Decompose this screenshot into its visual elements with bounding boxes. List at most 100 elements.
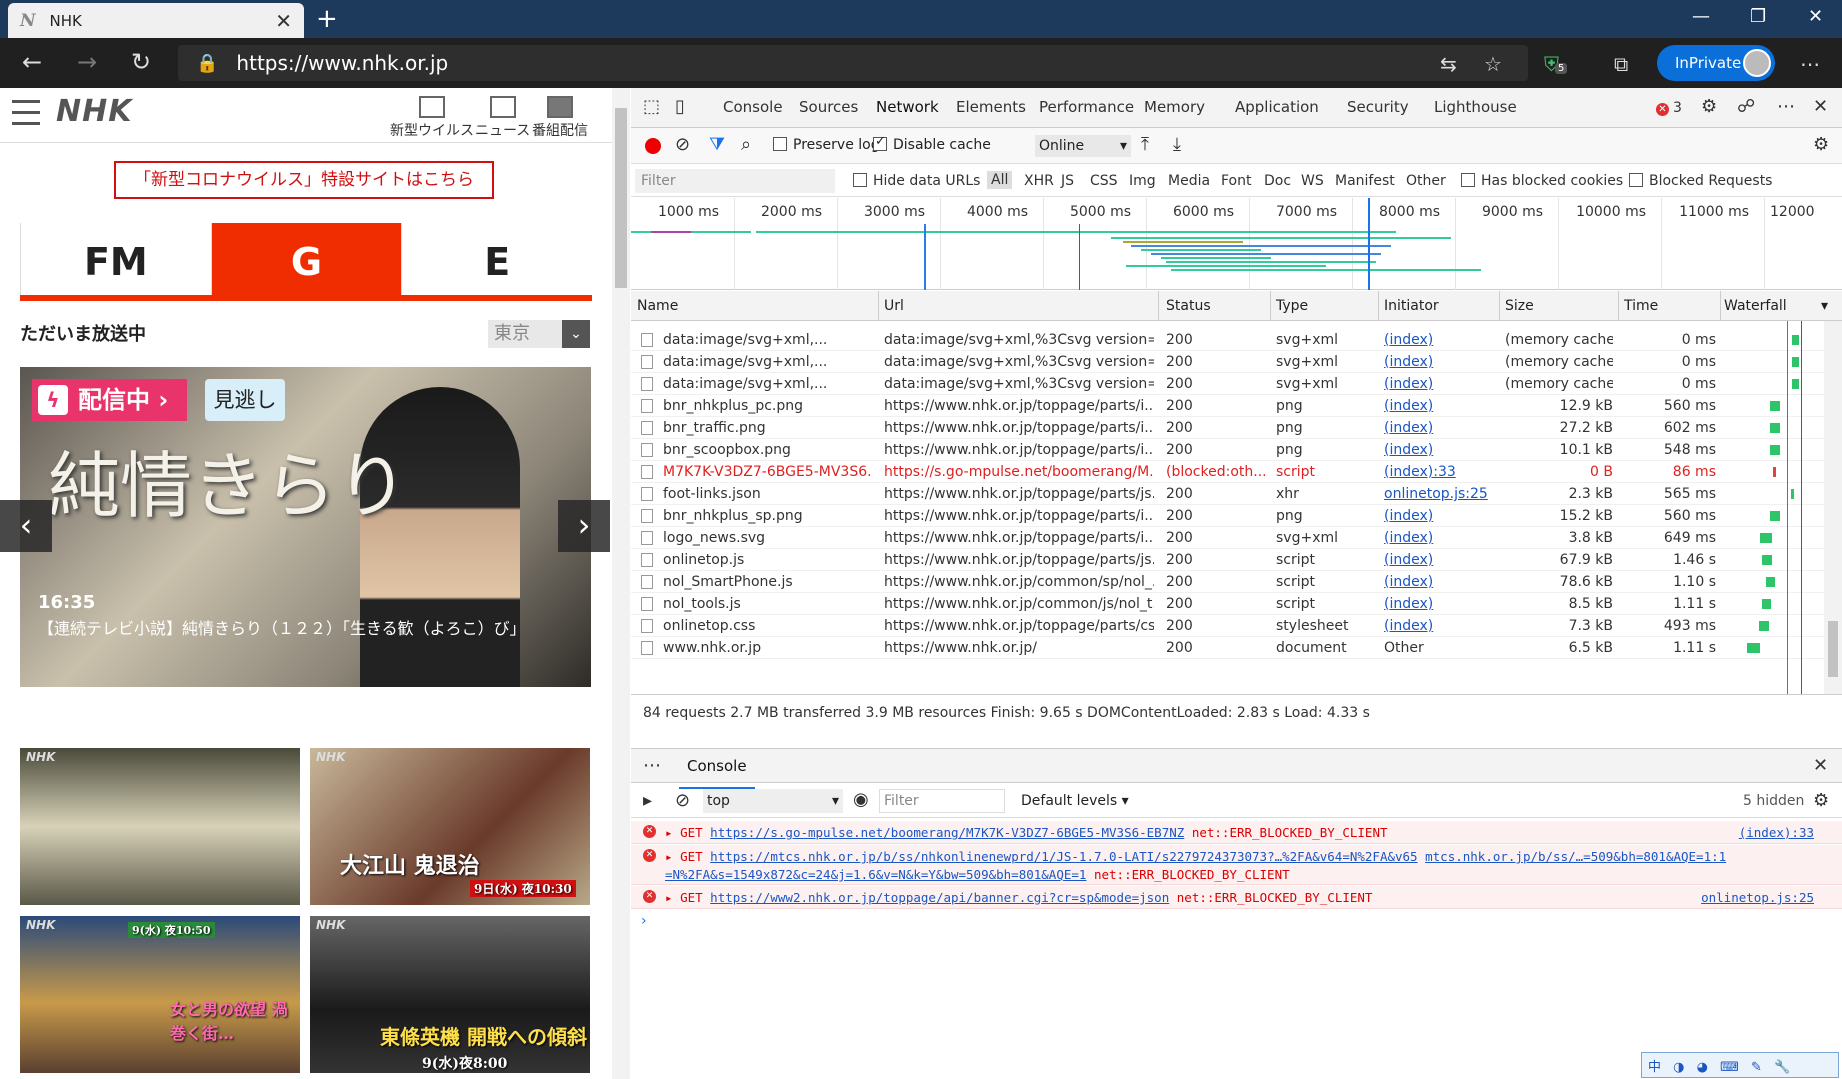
tab-elements[interactable]: Elements — [956, 98, 1026, 116]
record-icon[interactable] — [645, 138, 661, 154]
new-tab-button[interactable]: + — [316, 4, 338, 34]
cell-initiator[interactable]: Other — [1384, 640, 1494, 656]
feedback-icon[interactable]: ☍ — [1737, 96, 1755, 117]
filter-media[interactable]: Media — [1168, 173, 1210, 189]
request-list-scrollbar[interactable] — [1824, 321, 1842, 694]
inspect-element-icon[interactable]: ⬚ — [643, 96, 660, 117]
hide-data-urls-checkbox[interactable]: Hide data URLs — [853, 173, 980, 189]
filter-input[interactable]: Filter — [635, 169, 835, 193]
request-row[interactable]: data:image/svg+xml,... data:image/svg+xml… — [631, 329, 1824, 351]
program-stream-button[interactable]: 番組配信 — [532, 96, 588, 140]
network-overview[interactable]: 1000 ms 2000 ms 3000 ms 4000 ms 5000 ms … — [631, 198, 1842, 290]
cell-initiator[interactable]: (index) — [1384, 508, 1494, 524]
preserve-log-checkbox[interactable]: Preserve log — [773, 137, 880, 153]
shield-extension-icon[interactable]: ⛨5 — [1544, 52, 1568, 76]
close-window-button[interactable]: ✕ — [1808, 6, 1823, 27]
request-row[interactable]: foot-links.json https://www.nhk.or.jp/top… — [631, 483, 1824, 505]
carousel-prev-button[interactable]: ‹ — [0, 500, 52, 552]
filter-icon[interactable]: ⧩ — [709, 134, 725, 155]
cell-initiator[interactable]: (index) — [1384, 574, 1494, 590]
collections-icon[interactable]: ⧉ — [1614, 52, 1628, 76]
program-thumbnail[interactable]: NHK 大江山 鬼退治 9日(水) 夜10:30 — [310, 748, 590, 905]
drawer-more-icon[interactable]: ⋯ — [643, 755, 661, 776]
col-size[interactable]: Size — [1505, 298, 1534, 314]
cell-initiator[interactable]: (index) — [1384, 442, 1494, 458]
browser-tab[interactable]: N NHK ✕ — [8, 3, 304, 38]
error-count-badge[interactable]: ✕ 3 — [1656, 100, 1682, 116]
request-row[interactable]: logo_news.svg https://www.nhk.or.jp/toppa… — [631, 527, 1824, 549]
export-har-icon[interactable]: ⤓ — [1173, 134, 1181, 155]
cell-initiator[interactable]: (index) — [1384, 354, 1494, 370]
filter-js[interactable]: JS — [1061, 173, 1074, 189]
close-tab-icon[interactable]: ✕ — [275, 9, 292, 33]
col-status[interactable]: Status — [1166, 298, 1211, 314]
request-row[interactable]: data:image/svg+xml,... data:image/svg+xml… — [631, 373, 1824, 395]
close-devtools-icon[interactable]: ✕ — [1813, 96, 1828, 117]
cell-initiator[interactable]: (index) — [1384, 552, 1494, 568]
drawer-tab-console[interactable]: Console — [679, 757, 755, 789]
console-filter-input[interactable]: Filter — [879, 789, 1005, 813]
program-thumbnail[interactable]: NHK — [20, 748, 300, 905]
log-levels-select[interactable]: Default levels ▾ — [1021, 793, 1129, 809]
console-error[interactable]: ✕ ▸ GET https://s.go-mpulse.net/boomeran… — [631, 821, 1842, 844]
col-type[interactable]: Type — [1276, 298, 1308, 314]
request-row[interactable]: M7K7K-V3DZ7-6BGE5-MV3S6... https://s.go-m… — [631, 461, 1824, 483]
tab-fm[interactable]: FM — [20, 223, 211, 295]
console-prompt[interactable]: › — [641, 913, 647, 929]
console-error[interactable]: ✕ ▸ GET https://mtcs.nhk.or.jp/b/ss/nhko… — [631, 845, 1842, 885]
cell-initiator[interactable]: (index) — [1384, 618, 1494, 634]
request-row[interactable]: nol_tools.js https://www.nhk.or.jp/common… — [631, 593, 1824, 615]
cell-initiator[interactable]: (index) — [1384, 332, 1494, 348]
has-blocked-cookies-checkbox[interactable]: Has blocked cookies — [1461, 173, 1623, 189]
tab-sources[interactable]: Sources — [799, 98, 858, 116]
request-row[interactable]: bnr_nhkplus_pc.png https://www.nhk.or.jp/… — [631, 395, 1824, 417]
cell-initiator[interactable]: (index) — [1384, 420, 1494, 436]
new-virus-button[interactable]: 新型ウイルス — [390, 96, 474, 140]
ime-toolbar[interactable]: 中 ◑ ◕ ⌨ ✎ 🔧 — [1641, 1052, 1839, 1078]
blocked-requests-checkbox[interactable]: Blocked Requests — [1629, 173, 1772, 189]
favorite-star-icon[interactable]: ☆ — [1484, 52, 1502, 76]
source-link[interactable]: (index):33 — [1739, 824, 1814, 842]
tab-g[interactable]: G — [210, 223, 402, 295]
address-field[interactable]: 🔒 https://www.nhk.or.jp — [178, 45, 1528, 81]
restore-button[interactable]: ❐ — [1750, 6, 1766, 27]
news-button[interactable]: ニュース — [475, 96, 530, 140]
tab-e[interactable]: E — [401, 223, 592, 295]
console-error[interactable]: ✕ ▸ GET https://www2.nhk.or.jp/toppage/a… — [631, 886, 1842, 909]
request-row[interactable]: data:image/svg+xml,... data:image/svg+xml… — [631, 351, 1824, 373]
eye-icon[interactable]: ◉ — [853, 789, 869, 810]
program-thumbnail[interactable]: NHK 東條英機 開戦への傾斜 9(水)夜8:00 — [310, 916, 590, 1073]
tab-memory[interactable]: Memory — [1144, 98, 1205, 116]
catchup-button[interactable]: 見逃し — [205, 379, 285, 421]
source-link[interactable]: onlinetop.js:25 — [1701, 889, 1814, 907]
console-settings-icon[interactable]: ⚙ — [1813, 790, 1829, 811]
cell-initiator[interactable]: (index) — [1384, 596, 1494, 612]
request-row[interactable]: bnr_traffic.png https://www.nhk.or.jp/top… — [631, 417, 1824, 439]
filter-xhr[interactable]: XHR — [1024, 173, 1054, 189]
cell-initiator[interactable]: (index) — [1384, 398, 1494, 414]
filter-ws[interactable]: WS — [1301, 173, 1324, 189]
request-row[interactable]: nol_SmartPhone.js https://www.nhk.or.jp/c… — [631, 571, 1824, 593]
corona-banner-link[interactable]: 「新型コロナウイルス」特設サイトはこちら — [114, 161, 494, 199]
carousel-next-button[interactable]: › — [558, 500, 610, 552]
gear-icon[interactable]: ⚙ — [1701, 96, 1717, 117]
col-time[interactable]: Time — [1624, 298, 1658, 314]
more-options-icon[interactable]: ⋯ — [1777, 96, 1795, 117]
search-icon[interactable]: ⌕ — [741, 134, 751, 155]
request-row[interactable]: onlinetop.js https://www.nhk.or.jp/toppag… — [631, 549, 1824, 571]
disable-cache-checkbox[interactable]: Disable cache — [873, 134, 991, 153]
tab-lighthouse[interactable]: Lighthouse — [1434, 98, 1517, 116]
request-url-link[interactable]: https://s.go-mpulse.net/boomerang/M7K7K-… — [710, 825, 1184, 840]
cell-initiator[interactable]: (index) — [1384, 376, 1494, 392]
import-har-icon[interactable]: ⤒ — [1141, 134, 1149, 155]
nhk-logo[interactable]: NHK — [56, 94, 132, 129]
more-menu-icon[interactable]: ⋯ — [1800, 52, 1820, 76]
request-row[interactable]: bnr_scoopbox.png https://www.nhk.or.jp/to… — [631, 439, 1824, 461]
device-toolbar-icon[interactable]: ▯ — [675, 96, 685, 117]
request-url-link[interactable]: https://mtcs.nhk.or.jp/b/ss/nhkonlinenew… — [710, 849, 1417, 864]
throttle-select[interactable]: Online ▾ — [1035, 135, 1131, 157]
clear-icon[interactable]: ⊘ — [675, 134, 690, 155]
network-settings-icon[interactable]: ⚙ — [1813, 134, 1829, 155]
source-link[interactable]: mtcs.nhk.or.jp/b/ss/…=509&bh=801&AQE=1:1 — [1425, 849, 1726, 864]
filter-img[interactable]: Img — [1129, 173, 1156, 189]
